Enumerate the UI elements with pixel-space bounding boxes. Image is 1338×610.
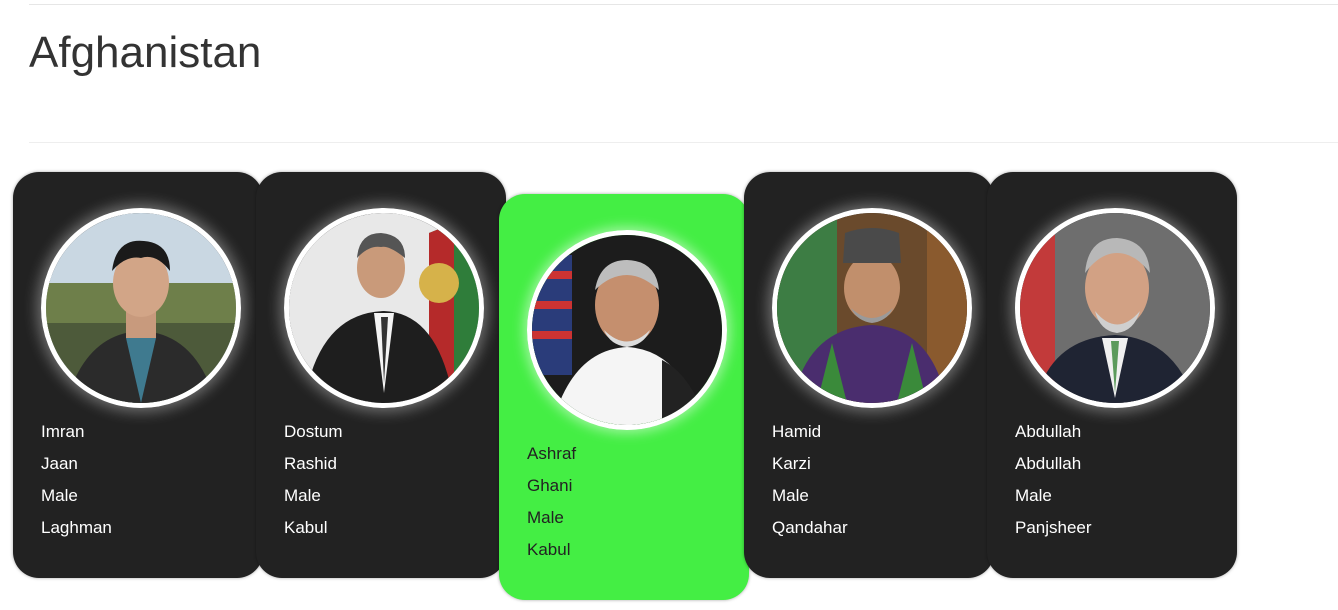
province: Panjsheer — [1015, 518, 1092, 537]
gender: Male — [527, 508, 564, 527]
person-card-active[interactable]: Ashraf Ghani Male Kabul — [499, 194, 749, 600]
person-card[interactable]: Imran Jaan Male Laghman — [13, 172, 263, 578]
man-grey-hair-portrait — [1020, 213, 1210, 403]
person-details: Ashraf Ghani Male Kabul — [527, 438, 576, 566]
province: Qandahar — [772, 518, 848, 537]
province: Kabul — [284, 518, 328, 537]
gender: Male — [1015, 486, 1052, 505]
first-name: Ashraf — [527, 444, 577, 463]
person-photo — [284, 208, 484, 408]
man-in-suit-portrait — [289, 213, 479, 403]
person-details: Dostum Rashid Male Kabul — [284, 416, 343, 544]
person-photo — [41, 208, 241, 408]
last-name: Jaan — [41, 454, 78, 473]
person-card[interactable]: Dostum Rashid Male Kabul — [256, 172, 506, 578]
man-karakul-hat-portrait — [777, 213, 967, 403]
person-details: Hamid Karzi Male Qandahar — [772, 416, 848, 544]
person-photo — [1015, 208, 1215, 408]
last-name: Karzi — [772, 454, 811, 473]
first-name: Dostum — [284, 422, 343, 441]
young-man-portrait — [46, 213, 236, 403]
last-name: Rashid — [284, 454, 337, 473]
person-details: Abdullah Abdullah Male Panjsheer — [1015, 416, 1092, 544]
title-divider — [29, 142, 1338, 143]
gender: Male — [772, 486, 809, 505]
first-name: Imran — [41, 422, 85, 441]
province: Kabul — [527, 540, 571, 559]
page-title: Afghanistan — [29, 28, 262, 77]
last-name: Abdullah — [1015, 454, 1082, 473]
person-photo — [527, 230, 727, 430]
gender: Male — [284, 486, 321, 505]
person-details: Imran Jaan Male Laghman — [41, 416, 112, 544]
man-white-shirt-portrait — [532, 235, 722, 425]
person-photo — [772, 208, 972, 408]
top-divider — [29, 4, 1338, 5]
gender: Male — [41, 486, 78, 505]
first-name: Hamid — [772, 422, 822, 441]
province: Laghman — [41, 518, 112, 537]
last-name: Ghani — [527, 476, 573, 495]
person-card[interactable]: Hamid Karzi Male Qandahar — [744, 172, 994, 578]
person-card[interactable]: Abdullah Abdullah Male Panjsheer — [987, 172, 1237, 578]
first-name: Abdullah — [1015, 422, 1082, 441]
